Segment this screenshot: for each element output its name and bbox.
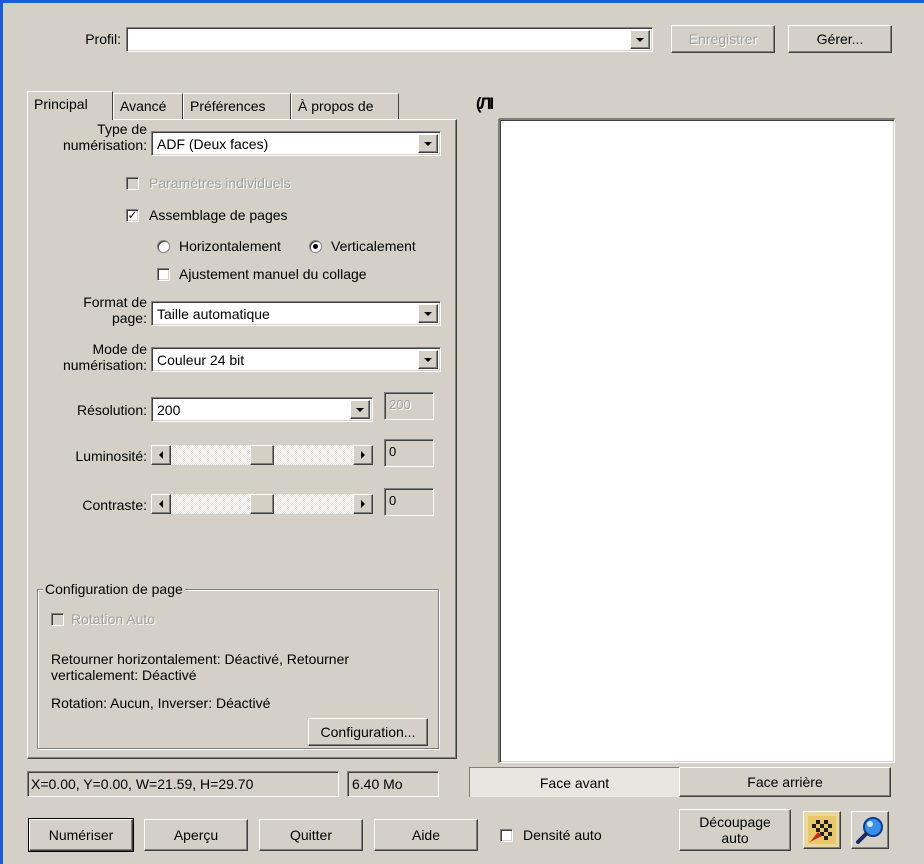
arrow-right-icon bbox=[361, 500, 365, 508]
page-format-label-line1: Format de bbox=[83, 294, 147, 310]
horizontal-label: Horizontalement bbox=[179, 238, 281, 254]
brightness-right-button[interactable] bbox=[353, 445, 373, 465]
scan-type-label-line2: numérisation: bbox=[62, 137, 147, 153]
checkerboard-icon bbox=[808, 816, 836, 844]
scan-type-label-line1: Type de bbox=[97, 121, 147, 137]
coordinates-status: X=0.00, Y=0.00, W=21.59, H=29.70 bbox=[27, 771, 339, 797]
manual-merge-label: Ajustement manuel du collage bbox=[179, 266, 367, 282]
resolution-custom-field[interactable]: 200 bbox=[384, 392, 434, 420]
tab-a-propos[interactable]: À propos de bbox=[291, 93, 399, 119]
arrow-right-icon bbox=[361, 451, 365, 459]
quit-button[interactable]: Quitter bbox=[259, 819, 363, 851]
help-button[interactable]: Aide bbox=[374, 819, 478, 851]
tab-preferences[interactable]: Préférences bbox=[183, 93, 291, 119]
page-format-select[interactable]: Taille automatique bbox=[151, 301, 441, 326]
preview-canvas[interactable] bbox=[499, 119, 895, 763]
profile-select[interactable] bbox=[126, 27, 653, 52]
scan-mode-label-line2: numérisation: bbox=[62, 357, 147, 373]
manual-merge-checkbox[interactable] bbox=[157, 268, 170, 281]
checkerboard-button[interactable] bbox=[803, 811, 841, 849]
manage-profile-button[interactable]: Gérer... bbox=[788, 25, 892, 53]
arrow-left-icon bbox=[159, 451, 163, 459]
page-merge-checkbox[interactable]: ✓ bbox=[126, 209, 139, 222]
zoom-magnifier-icon bbox=[856, 817, 883, 844]
contrast-label: Contraste: bbox=[82, 497, 147, 513]
page-format-dropdown-button[interactable] bbox=[418, 304, 438, 323]
individual-params-label: Paramètres individuels bbox=[149, 175, 291, 191]
brightness-value-field[interactable]: 0 bbox=[384, 439, 434, 467]
chevron-down-icon bbox=[424, 357, 432, 362]
brightness-label: Luminosité: bbox=[75, 448, 147, 464]
dialog-body: Profil: Enregistrer Gérer... Principal A… bbox=[11, 11, 924, 864]
horizontal-radio[interactable] bbox=[157, 240, 170, 253]
profile-dropdown-button[interactable] bbox=[630, 30, 650, 49]
tab-avance[interactable]: Avancé bbox=[113, 93, 183, 119]
brightness-thumb[interactable] bbox=[250, 445, 274, 465]
contrast-left-button[interactable] bbox=[151, 494, 171, 514]
size-status: 6.40 Mo bbox=[347, 771, 439, 797]
page-merge-label: Assemblage de pages bbox=[149, 207, 288, 223]
auto-rotation-label: Rotation Auto bbox=[71, 611, 156, 627]
contrast-slider[interactable] bbox=[151, 494, 373, 514]
auto-rotation-checkbox[interactable] bbox=[51, 613, 64, 626]
preview-button[interactable]: Aperçu bbox=[144, 819, 248, 851]
resolution-dropdown-button[interactable] bbox=[350, 400, 370, 419]
scan-mode-dropdown-button[interactable] bbox=[418, 350, 438, 369]
profile-label: Profil: bbox=[85, 31, 121, 47]
auto-crop-button[interactable]: Découpage auto bbox=[679, 809, 791, 851]
chevron-down-icon bbox=[424, 141, 432, 146]
page-config-title: Configuration de page bbox=[43, 581, 185, 597]
scan-type-dropdown-button[interactable] bbox=[418, 134, 438, 153]
scan-button[interactable]: Numériser bbox=[28, 818, 134, 852]
brightness-slider[interactable] bbox=[151, 445, 373, 465]
chevron-down-icon bbox=[424, 311, 432, 316]
brightness-left-button[interactable] bbox=[151, 445, 171, 465]
rotation-settings-text: Rotation: Aucun, Inverser: Déactivé bbox=[51, 695, 271, 711]
contrast-thumb[interactable] bbox=[250, 494, 274, 514]
save-profile-button[interactable]: Enregistrer bbox=[671, 25, 775, 53]
front-face-tab[interactable]: Face avant bbox=[469, 767, 679, 797]
preview-left-ruler bbox=[469, 119, 499, 763]
tab-principal[interactable]: Principal bbox=[27, 91, 113, 120]
contrast-right-button[interactable] bbox=[353, 494, 373, 514]
ruler-toggle-icon: (ЛI bbox=[475, 94, 494, 113]
vertical-radio[interactable] bbox=[309, 240, 322, 253]
flip-settings-text: Retourner horizontalement: Déactivé, Ret… bbox=[51, 651, 350, 683]
vertical-label: Verticalement bbox=[331, 238, 416, 254]
individual-params-checkbox[interactable] bbox=[126, 177, 139, 190]
chevron-down-icon bbox=[356, 407, 364, 412]
scan-mode-label-line1: Mode de bbox=[92, 341, 147, 357]
zoom-button[interactable] bbox=[851, 811, 889, 849]
scan-type-select[interactable]: ADF (Deux faces) bbox=[151, 131, 441, 156]
resolution-label: Résolution: bbox=[76, 402, 147, 418]
page-format-label-line2: page: bbox=[111, 310, 147, 326]
resolution-select[interactable]: 200 bbox=[151, 397, 373, 422]
preview-top-ruler bbox=[499, 89, 895, 119]
auto-density-label: Densité auto bbox=[523, 827, 602, 843]
ruler-toggle-button[interactable]: (ЛI bbox=[469, 89, 499, 119]
auto-density-checkbox[interactable] bbox=[500, 829, 513, 842]
app-window: Profil: Enregistrer Gérer... Principal A… bbox=[0, 0, 924, 864]
configuration-button[interactable]: Configuration... bbox=[308, 718, 428, 746]
back-face-tab[interactable]: Face arrière bbox=[679, 767, 891, 797]
arrow-left-icon bbox=[159, 500, 163, 508]
contrast-value-field[interactable]: 0 bbox=[384, 488, 434, 516]
chevron-down-icon bbox=[636, 37, 644, 42]
scan-mode-select[interactable]: Couleur 24 bit bbox=[151, 347, 441, 372]
tab-strip: Principal Avancé Préférences À propos de bbox=[27, 91, 457, 120]
